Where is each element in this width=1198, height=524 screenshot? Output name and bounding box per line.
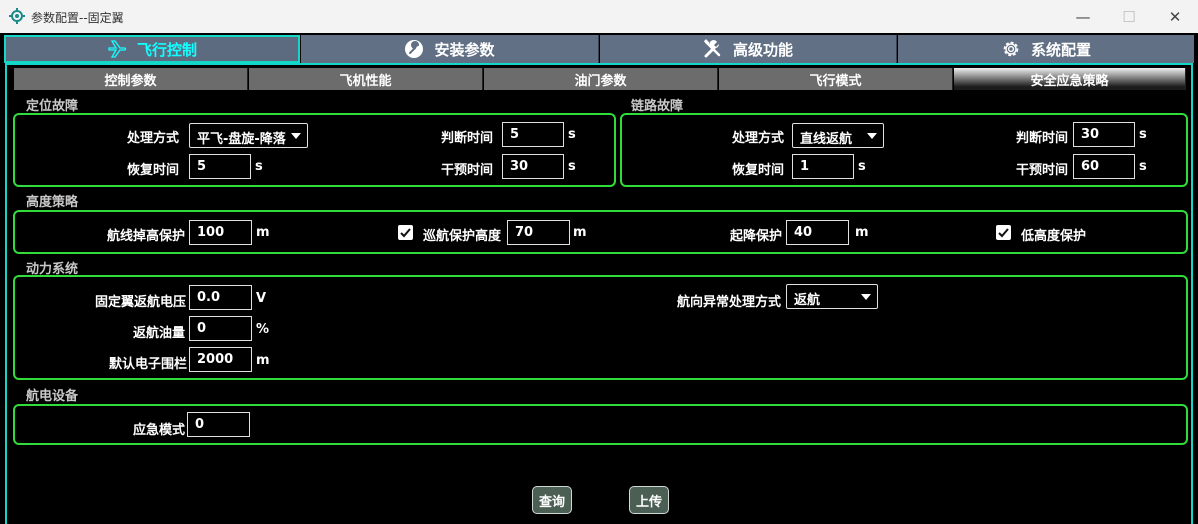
cruise-input[interactable]: 70: [507, 220, 570, 245]
fence-label: 默认电子围栏: [109, 357, 188, 372]
tab-system-config[interactable]: 系统配置: [898, 35, 1194, 63]
app-logo-icon: [9, 8, 25, 24]
pos-recover-unit: s: [255, 159, 263, 174]
chevron-down-icon: [867, 133, 877, 139]
gear-icon: [1003, 41, 1019, 57]
takeoff-label: 起降保护: [730, 229, 783, 244]
avionics-title: 航电设备: [26, 389, 79, 404]
heading-label: 航向异常处理方式: [677, 295, 782, 310]
tab-label: 高级功能: [732, 40, 793, 59]
subtab-flight-mode[interactable]: 飞行模式: [719, 68, 953, 90]
subtab-throttle-params[interactable]: 油门参数: [484, 68, 718, 90]
subtab-safety-emergency[interactable]: 安全应急策略: [954, 68, 1186, 90]
cruise-checkbox[interactable]: [398, 225, 413, 240]
positioning-fault-title: 定位故障: [26, 99, 79, 114]
route-drop-unit: m: [256, 225, 270, 240]
upload-button[interactable]: 上传: [629, 486, 669, 514]
tab-label: 系统配置: [1030, 40, 1091, 59]
link-judge-unit: s: [1139, 127, 1147, 142]
fuel-input[interactable]: 0: [189, 316, 252, 341]
tab-label: 飞行控制: [136, 40, 197, 59]
pos-handling-value: 平飞-盘旋-降落: [197, 132, 286, 147]
heading-value: 返航: [794, 293, 821, 308]
heading-select[interactable]: 返航: [786, 284, 878, 309]
pos-judge-label: 判断时间: [441, 131, 494, 146]
low-alt-label: 低高度保护: [1021, 229, 1087, 244]
pos-intervene-label: 干预时间: [441, 163, 494, 178]
checkmark-icon: [400, 228, 411, 238]
link-handling-value: 直线返航: [800, 132, 853, 147]
chevron-down-icon: [291, 133, 301, 139]
minimize-button[interactable]: —: [1060, 0, 1106, 33]
altitude-title: 高度策略: [26, 195, 79, 210]
voltage-input[interactable]: 0.0: [189, 285, 252, 310]
fence-unit: m: [256, 353, 270, 368]
tab-advanced[interactable]: 高级功能: [600, 35, 897, 63]
emergency-label: 应急模式: [133, 423, 186, 438]
checkmark-icon: [998, 228, 1009, 238]
takeoff-input[interactable]: 40: [786, 220, 849, 245]
emergency-input[interactable]: 0: [187, 412, 250, 437]
window-title-bar: 参数配置--固定翼 — ☐ ✕: [0, 0, 1198, 33]
sub-tab-bar: 控制参数 飞机性能 油门参数 飞行模式 安全应急策略: [14, 68, 1186, 90]
maximize-button[interactable]: ☐: [1106, 0, 1152, 33]
pos-handling-select[interactable]: 平飞-盘旋-降落: [189, 123, 308, 148]
voltage-unit: V: [256, 291, 267, 306]
query-button[interactable]: 查询: [532, 486, 572, 514]
tab-install-params[interactable]: 安装参数: [301, 35, 599, 63]
link-recover-label: 恢复时间: [732, 163, 785, 178]
tab-panel: 控制参数 飞机性能 油门参数 飞行模式 安全应急策略 定位故障 处理方式 平飞-…: [5, 63, 1193, 524]
main-tab-bar: 飞行控制 安装参数 高级功能 系统配置: [4, 35, 1194, 63]
window-title: 参数配置--固定翼: [31, 11, 124, 25]
takeoff-unit: m: [855, 225, 869, 240]
link-intervene-unit: s: [1139, 159, 1147, 174]
subtab-control-params[interactable]: 控制参数: [14, 68, 248, 90]
pos-handling-label: 处理方式: [127, 131, 180, 146]
cruise-label: 巡航保护高度: [423, 229, 502, 244]
link-handling-label: 处理方式: [732, 131, 785, 146]
cruise-unit: m: [573, 225, 587, 240]
route-drop-input[interactable]: 100: [189, 220, 252, 245]
pos-intervene-unit: s: [568, 159, 576, 174]
fuel-label: 返航油量: [133, 326, 186, 341]
pos-judge-unit: s: [568, 127, 576, 142]
link-handling-select[interactable]: 直线返航: [792, 123, 884, 148]
chevron-down-icon: [861, 294, 871, 300]
subtab-aircraft-performance[interactable]: 飞机性能: [249, 68, 483, 90]
fuel-unit: %: [256, 322, 270, 337]
pos-recover-label: 恢复时间: [127, 163, 180, 178]
tab-label: 安装参数: [434, 40, 495, 59]
airplane-icon: [108, 40, 127, 58]
pos-intervene-input[interactable]: 30: [502, 154, 564, 179]
link-recover-input[interactable]: 1: [792, 154, 854, 179]
app-content: 飞行控制 安装参数 高级功能 系统配置 控制参数 飞机性能 油门参数 飞行模式 …: [0, 33, 1198, 524]
fence-input[interactable]: 2000: [189, 347, 252, 372]
tab-flight-control[interactable]: 飞行控制: [4, 35, 300, 63]
link-intervene-input[interactable]: 60: [1073, 154, 1135, 179]
wrench-circle-icon: [405, 40, 424, 58]
tools-icon: [703, 39, 721, 58]
close-button[interactable]: ✕: [1152, 0, 1198, 33]
link-fault-title: 链路故障: [631, 99, 684, 114]
pos-judge-input[interactable]: 5: [502, 122, 564, 147]
pos-recover-input[interactable]: 5: [189, 154, 251, 179]
link-judge-label: 判断时间: [1016, 131, 1069, 146]
low-alt-checkbox[interactable]: [996, 225, 1011, 240]
voltage-label: 固定翼返航电压: [95, 295, 187, 310]
link-judge-input[interactable]: 30: [1073, 122, 1135, 147]
route-drop-label: 航线掉高保护: [107, 229, 186, 244]
link-recover-unit: s: [858, 159, 866, 174]
link-intervene-label: 干预时间: [1016, 163, 1069, 178]
